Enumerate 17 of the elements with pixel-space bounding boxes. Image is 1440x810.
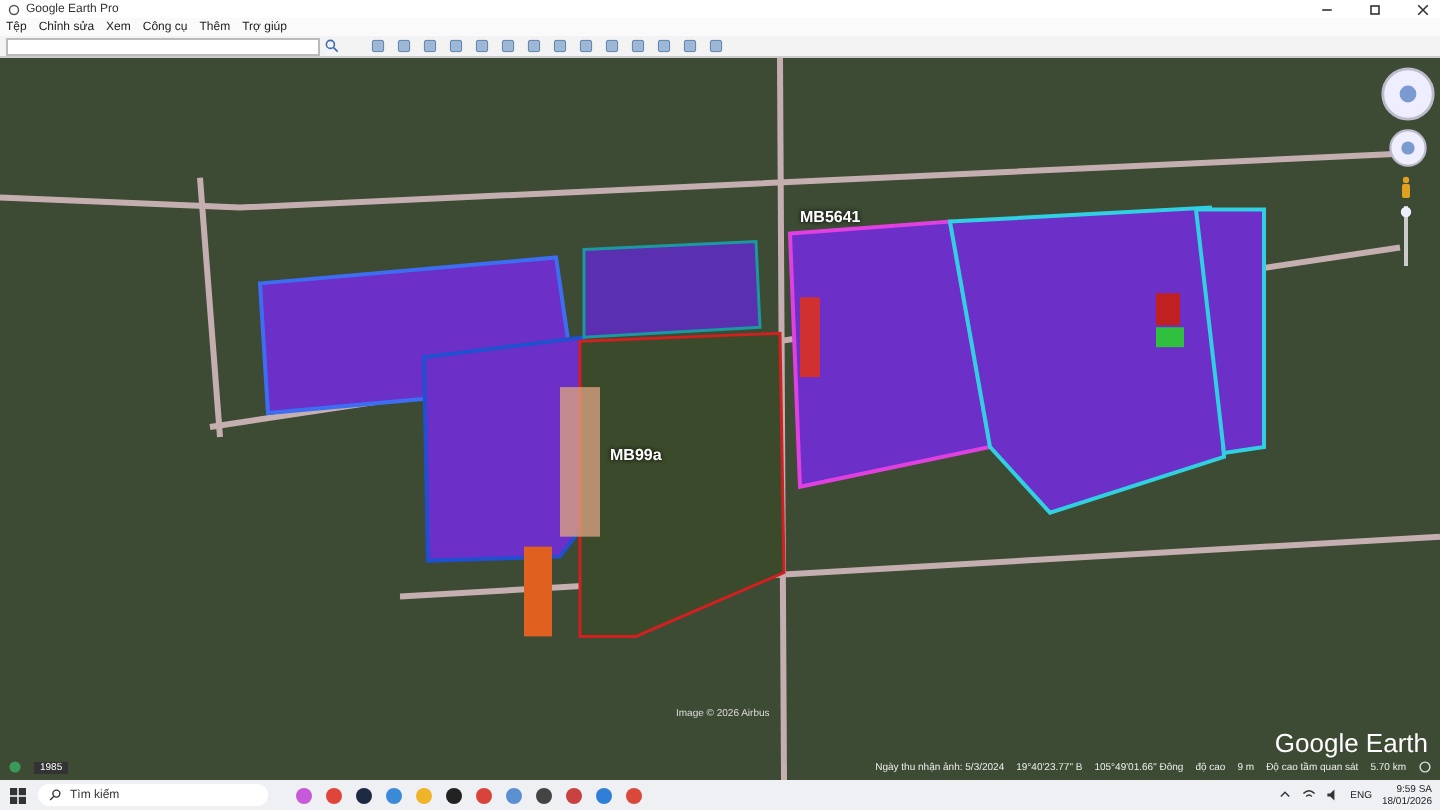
move-joystick-icon[interactable] [1386, 126, 1430, 170]
wifi-icon[interactable] [1302, 788, 1317, 802]
google-earth-logo: Google Earth [1274, 728, 1428, 758]
app-logo-icon [8, 3, 20, 15]
search-icon [48, 788, 62, 802]
zoning-plot-drawing [1156, 293, 1184, 348]
search-icon[interactable] [324, 38, 340, 54]
map-label: MB99a [610, 446, 662, 464]
map-label: MB5641 [800, 208, 861, 226]
close-icon[interactable] [1414, 1, 1432, 17]
zoom-slider-icon[interactable] [1400, 206, 1412, 266]
search-field[interactable] [6, 37, 320, 55]
pegman-icon[interactable] [1400, 176, 1412, 200]
look-joystick-icon[interactable] [1380, 66, 1436, 122]
windows-logo-icon[interactable] [8, 785, 28, 805]
chevron-up-icon[interactable] [1278, 788, 1293, 802]
maximize-icon[interactable] [1366, 1, 1384, 17]
